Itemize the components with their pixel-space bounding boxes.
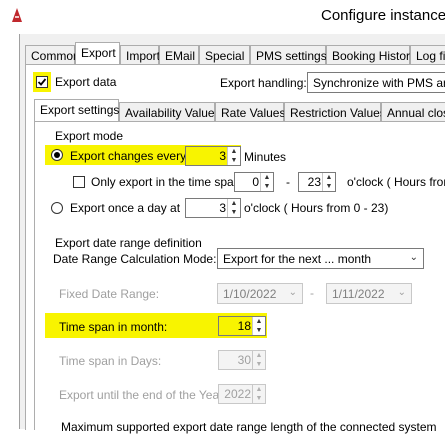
time-span-label: Only export in the time span [91,175,241,189]
subtab-availability-values[interactable]: Availability Values [119,102,221,122]
time-span-checkbox[interactable] [73,176,85,188]
window-title: Configure instance [321,7,445,24]
until-year-label: Export until the end of the Year: [59,388,227,402]
calc-mode-label: Date Range Calculation Mode: [53,252,217,266]
tab-export[interactable]: Export [75,42,120,65]
export-once-radio[interactable] [51,202,63,214]
time-span-unit-label: o'clock ( Hours from [347,175,445,189]
checkmark-icon [37,78,47,86]
export-data-label: Export data [55,75,117,89]
max-supported-label: Maximum supported export date range leng… [61,420,437,434]
fixed-range-from-date[interactable]: 1/10/2022 ⌄ [217,283,303,304]
time-span-month-stepper[interactable]: 18 ▲ ▼ [218,316,266,336]
export-changes-label: Export changes every [70,149,187,163]
export-changes-radio[interactable] [51,149,63,161]
chevron-down-icon: ⌄ [397,287,406,298]
tab-booking-history[interactable]: Booking History [326,45,416,65]
subtab-export-settings[interactable]: Export settings [34,99,119,122]
spin-arrows-icon[interactable]: ▲ ▼ [322,173,335,191]
subtab-restriction-values[interactable]: Restriction Values [284,102,386,122]
spin-arrows-icon[interactable]: ▲ ▼ [252,385,265,403]
time-span-days-stepper[interactable]: 30 ▲ ▼ [218,350,266,370]
export-mode-heading: Export mode [55,129,124,143]
export-once-hour-stepper[interactable]: 3 ▲ ▼ [185,198,241,218]
time-span-month-label: Time span in month: [59,320,168,334]
export-handling-select[interactable]: Synchronize with PMS and e [307,72,445,93]
spin-arrows-icon[interactable]: ▲ ▼ [252,317,265,335]
tab-pms-settings[interactable]: PMS settings [250,45,327,65]
time-span-days-label: Time span in Days: [59,354,162,368]
export-once-unit-label: o'clock ( Hours from 0 - 23) [244,201,389,215]
tab-common[interactable]: Common [25,45,80,65]
fixed-range-label: Fixed Date Range: [59,287,160,301]
time-span-dash: - [286,175,290,189]
subtab-annual-closing[interactable]: Annual closi [381,102,445,122]
subtab-rate-values[interactable]: Rate Values [215,102,285,122]
date-range-heading: Export date range definition [55,236,202,250]
time-span-to-stepper[interactable]: 23 ▲ ▼ [298,172,336,192]
until-year-stepper[interactable]: 2022 ▲ ▼ [218,384,266,404]
calc-mode-select[interactable]: Export for the next ... month ⌄ [217,248,424,269]
export-once-label: Export once a day at [70,201,181,215]
app-icon [12,8,22,22]
title-bar: Configure instance [0,0,445,32]
tab-special[interactable]: Special [199,45,250,65]
export-data-checkbox[interactable] [36,76,48,88]
spin-arrows-icon[interactable]: ▲ ▼ [227,147,240,165]
minutes-unit-label: Minutes [244,150,287,164]
spin-arrows-icon[interactable]: ▲ ▼ [252,351,265,369]
spin-arrows-icon[interactable]: ▲ ▼ [227,199,240,217]
fixed-range-dash: - [310,286,314,300]
tab-log-files[interactable]: Log fil [410,45,445,65]
tab-email[interactable]: EMail [159,45,199,65]
export-changes-interval-stepper[interactable]: 3 ▲ ▼ [185,146,241,166]
fixed-range-to-date[interactable]: 1/11/2022 ⌄ [326,283,412,304]
tab-import[interactable]: Import [120,45,160,65]
chevron-down-icon: ⌄ [409,252,418,263]
spin-arrows-icon[interactable]: ▲ ▼ [260,173,273,191]
time-span-from-stepper[interactable]: 0 ▲ ▼ [234,172,274,192]
export-handling-label: Export handling: [220,76,307,90]
chevron-down-icon: ⌄ [288,287,297,298]
